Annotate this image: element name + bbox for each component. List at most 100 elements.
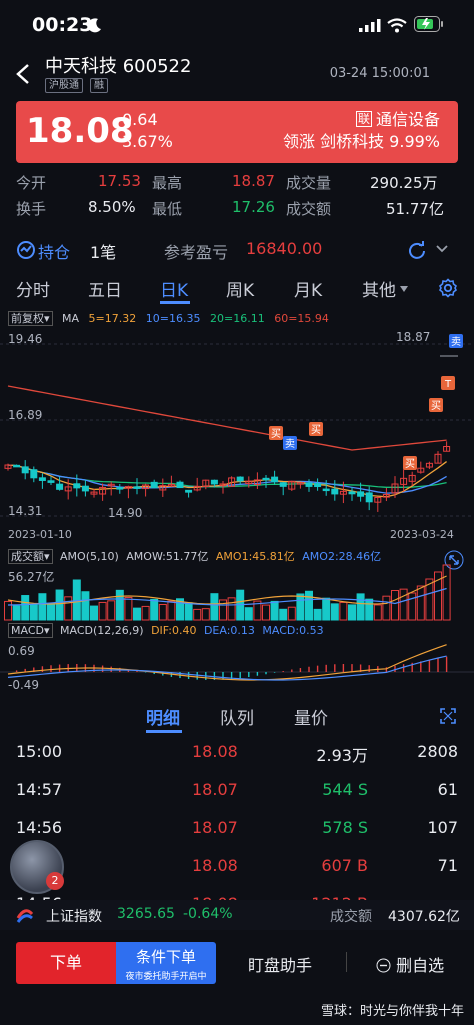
last-price: 18.08 — [26, 111, 134, 151]
trade-count: 71 — [437, 856, 458, 875]
volume-bar — [262, 604, 270, 621]
macd-legend: MACD▾ MACD(12,26,9) DIF:0.40 DEA:0.13 MA… — [8, 623, 324, 638]
volume-bar — [373, 604, 382, 621]
trade-volume: 2.93万 — [316, 746, 368, 765]
leader-label: 领涨 — [282, 132, 315, 151]
trade-row: 14:5618.08607 B71 — [0, 850, 474, 886]
trade-price: 18.07 — [192, 818, 238, 837]
candle-body — [73, 483, 81, 489]
macd-selector[interactable]: MACD▾ — [8, 623, 53, 638]
volume-bar — [270, 600, 279, 621]
candle-body — [322, 488, 330, 492]
sector-info[interactable]: 联通信设备 领涨 剑桥科技 9.99% — [283, 109, 440, 153]
trade-time: 15:00 — [16, 742, 63, 761]
tab-five-day[interactable]: 五日 — [88, 276, 122, 301]
low-label: 最低 — [152, 200, 183, 218]
open-value: 17.53 — [98, 172, 141, 190]
volume-bar — [313, 608, 322, 621]
bottom-action-bar: 下单 条件下单 夜市委托助手开启中 盯盘助手 删自选 — [0, 934, 474, 990]
trade-marker-label: 买 — [405, 458, 415, 470]
volume-bar — [296, 593, 305, 621]
index-pct: -0.64% — [183, 906, 233, 922]
amount-label: 成交额 — [286, 200, 332, 218]
more-caret-icon — [400, 286, 408, 292]
volume-bar — [330, 603, 339, 621]
trade-marker-label: 买 — [311, 424, 321, 436]
high-annotation: 18.87 — [396, 330, 431, 344]
tab-queue[interactable]: 队列 — [220, 704, 254, 729]
tab-price-volume[interactable]: 量价 — [294, 704, 328, 729]
change-percent: 3.67% — [122, 132, 173, 151]
tab-more[interactable]: 其他 — [362, 276, 396, 301]
ma60-value: 60=15.94 — [274, 312, 329, 325]
ma20-value: 20=16.11 — [209, 312, 265, 325]
trade-count: 2808 — [417, 742, 458, 761]
candle-body — [150, 481, 158, 489]
volume-bar — [167, 600, 176, 621]
candle-body — [331, 488, 339, 495]
date-end: 2023-03-24 — [390, 528, 454, 541]
volume-bar — [158, 603, 167, 621]
volume-bar — [348, 604, 356, 621]
quote-datetime: 03-24 15:00:01 — [329, 66, 430, 81]
amow-value: AMOW:51.77亿 — [126, 550, 209, 563]
trade-marker-label: 卖 — [285, 438, 295, 450]
tag-margin: 融 — [90, 78, 108, 93]
candle-body — [305, 482, 313, 487]
index-bar[interactable]: 上证指数 3265.65 -0.64% 成交额 4307.62亿 — [0, 900, 474, 930]
order-button[interactable]: 下单 — [16, 942, 116, 984]
holding-icon — [17, 241, 35, 259]
chevron-down-icon[interactable] — [436, 244, 448, 254]
high-value: 18.87 — [232, 172, 275, 190]
signal-icon — [359, 19, 381, 32]
volume-bar — [322, 597, 331, 621]
tab-weekly-k[interactable]: 周K — [226, 276, 254, 301]
stock-title: 中天科技 600522 — [45, 56, 192, 77]
trade-marker-label: T — [444, 379, 452, 390]
tag-connect: 沪股通 — [45, 78, 83, 93]
holdings-bar[interactable]: 持仓 1笔 参考盈亏 16840.00 — [0, 232, 474, 268]
candle-body — [56, 483, 64, 490]
candle-body — [176, 481, 184, 489]
macd-chart[interactable] — [0, 640, 474, 696]
remove-watchlist-button[interactable]: 删自选 — [376, 952, 444, 976]
volume-bar — [55, 589, 64, 621]
candle-body — [357, 491, 365, 497]
volume-bar — [279, 608, 288, 621]
volume-selector[interactable]: 成交额▾ — [8, 549, 53, 564]
kline-chart[interactable]: 买卖买买买T卖 — [0, 326, 474, 544]
volume-bar — [29, 604, 38, 621]
holding-count: 1笔 — [90, 243, 117, 262]
amo2-value: AMO2:28.46亿 — [302, 550, 382, 563]
volume-bar — [107, 600, 116, 621]
dea-value: DEA:0.13 — [203, 624, 255, 637]
sector-badge: 联 — [355, 111, 372, 127]
cond-order-label: 条件下单 — [135, 948, 196, 966]
period-tabs: 分时 五日 日K 周K 月K 其他 — [0, 272, 474, 304]
conditional-order-button[interactable]: 条件下单 夜市委托助手开启中 — [116, 942, 216, 984]
volume-bar — [184, 602, 193, 621]
volume-chart[interactable] — [0, 564, 474, 622]
turnover-value: 8.50% — [88, 198, 136, 216]
tab-intraday[interactable]: 分时 — [16, 276, 50, 301]
adjust-selector[interactable]: 前复权▾ — [8, 311, 53, 326]
price-change: 0.64 3.67% — [122, 109, 173, 153]
settings-gear-icon[interactable] — [438, 278, 458, 298]
candle-body — [21, 466, 29, 474]
watch-assistant-button[interactable]: 盯盘助手 — [248, 952, 312, 976]
candle-body — [116, 487, 124, 490]
candle-body — [365, 492, 373, 503]
pnl-label: 参考盈亏 — [164, 243, 229, 262]
refresh-icon[interactable] — [408, 241, 426, 259]
tab-daily-k[interactable]: 日K — [160, 276, 188, 301]
volume-bar — [150, 598, 159, 621]
candle-body — [30, 469, 38, 479]
detail-tab-underline — [146, 730, 182, 733]
fullscreen-icon[interactable] — [440, 708, 456, 724]
volume-bar — [356, 593, 365, 621]
tab-detail[interactable]: 明细 — [146, 704, 180, 729]
back-arrow-icon[interactable] — [12, 62, 36, 86]
quote-banner: 18.08 0.64 3.67% 联通信设备 领涨 剑桥科技 9.99% — [16, 101, 458, 163]
amount-value: 51.77亿 — [386, 200, 444, 218]
tab-monthly-k[interactable]: 月K — [294, 276, 322, 301]
